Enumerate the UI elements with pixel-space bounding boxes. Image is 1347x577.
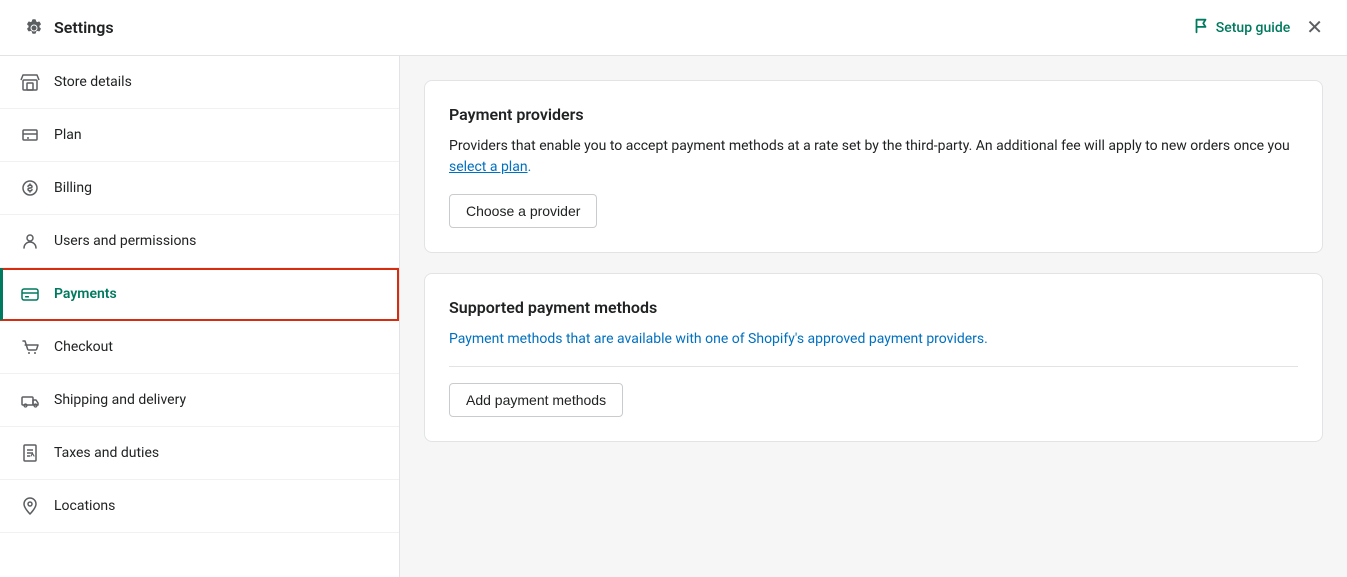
users-icon	[20, 231, 40, 251]
store-icon	[20, 72, 40, 92]
shipping-icon	[20, 390, 40, 410]
payment-providers-description: Providers that enable you to accept paym…	[449, 136, 1298, 178]
sidebar-label-store-details: Store details	[54, 74, 132, 90]
payments-icon	[20, 284, 40, 304]
sidebar-item-billing[interactable]: Billing	[0, 162, 399, 215]
sidebar-item-store-details[interactable]: Store details	[0, 56, 399, 109]
add-payment-methods-button[interactable]: Add payment methods	[449, 383, 623, 417]
gear-icon	[24, 18, 44, 38]
sidebar-item-plan[interactable]: Plan	[0, 109, 399, 162]
header: Settings Setup guide ✕	[0, 0, 1347, 56]
close-button[interactable]: ✕	[1306, 15, 1323, 40]
sidebar-item-locations[interactable]: Locations	[0, 480, 399, 533]
sidebar-item-shipping[interactable]: Shipping and delivery	[0, 374, 399, 427]
plan-icon	[20, 125, 40, 145]
billing-icon	[20, 178, 40, 198]
sidebar-item-checkout[interactable]: Checkout	[0, 321, 399, 374]
payment-providers-card: Payment providers Providers that enable …	[424, 80, 1323, 253]
sidebar-label-users: Users and permissions	[54, 233, 196, 249]
locations-icon	[20, 496, 40, 516]
sidebar: Store details Plan Billing	[0, 56, 400, 577]
select-plan-link[interactable]: select a plan	[449, 159, 528, 175]
desc-prefix: Providers that enable you to accept paym…	[449, 138, 1290, 154]
sidebar-label-locations: Locations	[54, 498, 115, 514]
taxes-icon	[20, 443, 40, 463]
main-content: Payment providers Providers that enable …	[400, 56, 1347, 577]
supported-payment-description: Payment methods that are available with …	[449, 329, 1298, 350]
sidebar-item-taxes[interactable]: Taxes and duties	[0, 427, 399, 480]
main-layout: Store details Plan Billing	[0, 56, 1347, 577]
header-right: Setup guide ✕	[1192, 15, 1323, 40]
setup-guide-label: Setup guide	[1216, 20, 1290, 36]
sidebar-item-payments[interactable]: Payments	[0, 268, 399, 321]
header-title: Settings	[54, 18, 114, 37]
checkout-icon	[20, 337, 40, 357]
sidebar-label-taxes: Taxes and duties	[54, 445, 159, 461]
card-divider	[449, 366, 1298, 367]
supported-payment-methods-card: Supported payment methods Payment method…	[424, 273, 1323, 442]
sidebar-label-shipping: Shipping and delivery	[54, 392, 186, 408]
setup-guide-button[interactable]: Setup guide	[1192, 17, 1290, 39]
sidebar-label-payments: Payments	[54, 286, 117, 302]
desc-suffix: .	[528, 159, 532, 175]
flag-icon	[1192, 17, 1210, 39]
sidebar-label-plan: Plan	[54, 127, 82, 143]
choose-provider-button[interactable]: Choose a provider	[449, 194, 597, 228]
supported-payment-title: Supported payment methods	[449, 298, 1298, 317]
close-icon: ✕	[1306, 15, 1323, 40]
sidebar-label-checkout: Checkout	[54, 339, 113, 355]
payment-providers-title: Payment providers	[449, 105, 1298, 124]
sidebar-label-billing: Billing	[54, 180, 92, 196]
header-left: Settings	[24, 18, 114, 38]
sidebar-item-users-permissions[interactable]: Users and permissions	[0, 215, 399, 268]
